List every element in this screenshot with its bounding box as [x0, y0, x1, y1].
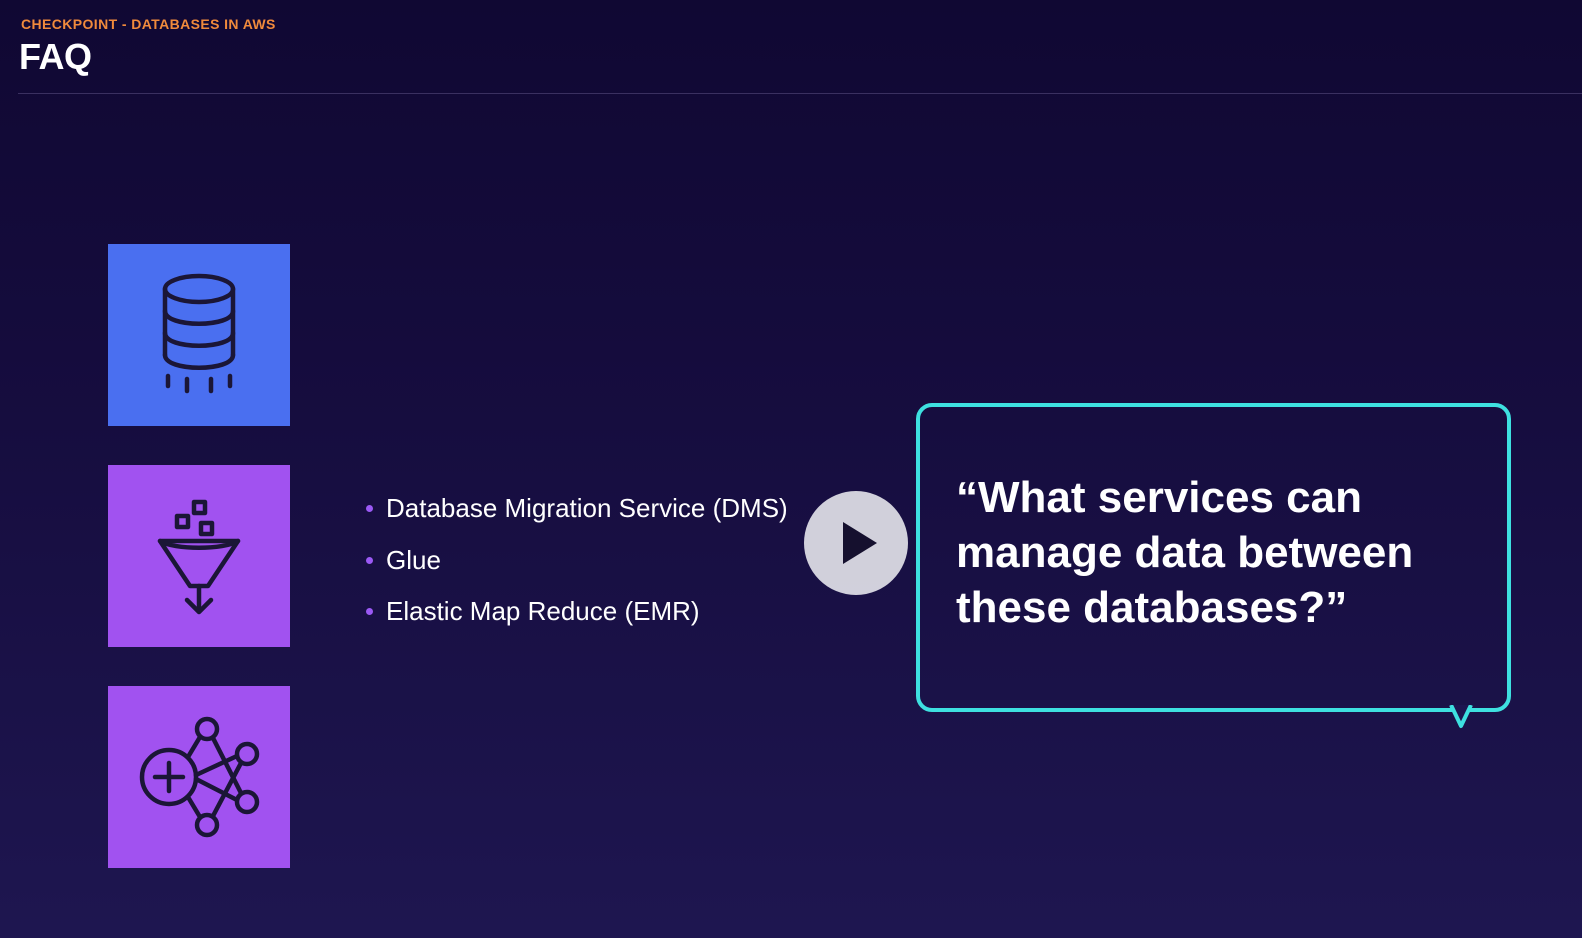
database-icon	[162, 273, 236, 394]
service-label: Database Migration Service (DMS)	[386, 493, 788, 524]
bullet-dot	[366, 505, 373, 513]
list-item: Glue	[366, 535, 788, 587]
list-item: Elastic Map Reduce (EMR)	[366, 586, 788, 638]
database-tile	[108, 244, 290, 426]
funnel-icon	[157, 499, 241, 615]
service-label: Elastic Map Reduce (EMR)	[386, 596, 700, 627]
slide-eyebrow: CHECKPOINT - DATABASES IN AWS	[21, 16, 276, 32]
list-item: Database Migration Service (DMS)	[366, 483, 788, 535]
slide-title: FAQ	[19, 36, 92, 77]
services-list: Database Migration Service (DMS) Glue El…	[366, 483, 788, 638]
bullet-dot	[366, 556, 373, 564]
funnel-tile	[108, 465, 290, 647]
service-label: Glue	[386, 544, 441, 575]
speech-bubble-tail	[1449, 705, 1473, 728]
question-text: “What services can manage data between t…	[956, 473, 1414, 632]
bullet-dot	[366, 608, 373, 616]
network-tile	[108, 686, 290, 868]
network-graph-icon	[139, 716, 260, 838]
header-divider	[18, 93, 1582, 94]
play-button[interactable]	[804, 491, 908, 595]
play-icon	[843, 522, 877, 564]
